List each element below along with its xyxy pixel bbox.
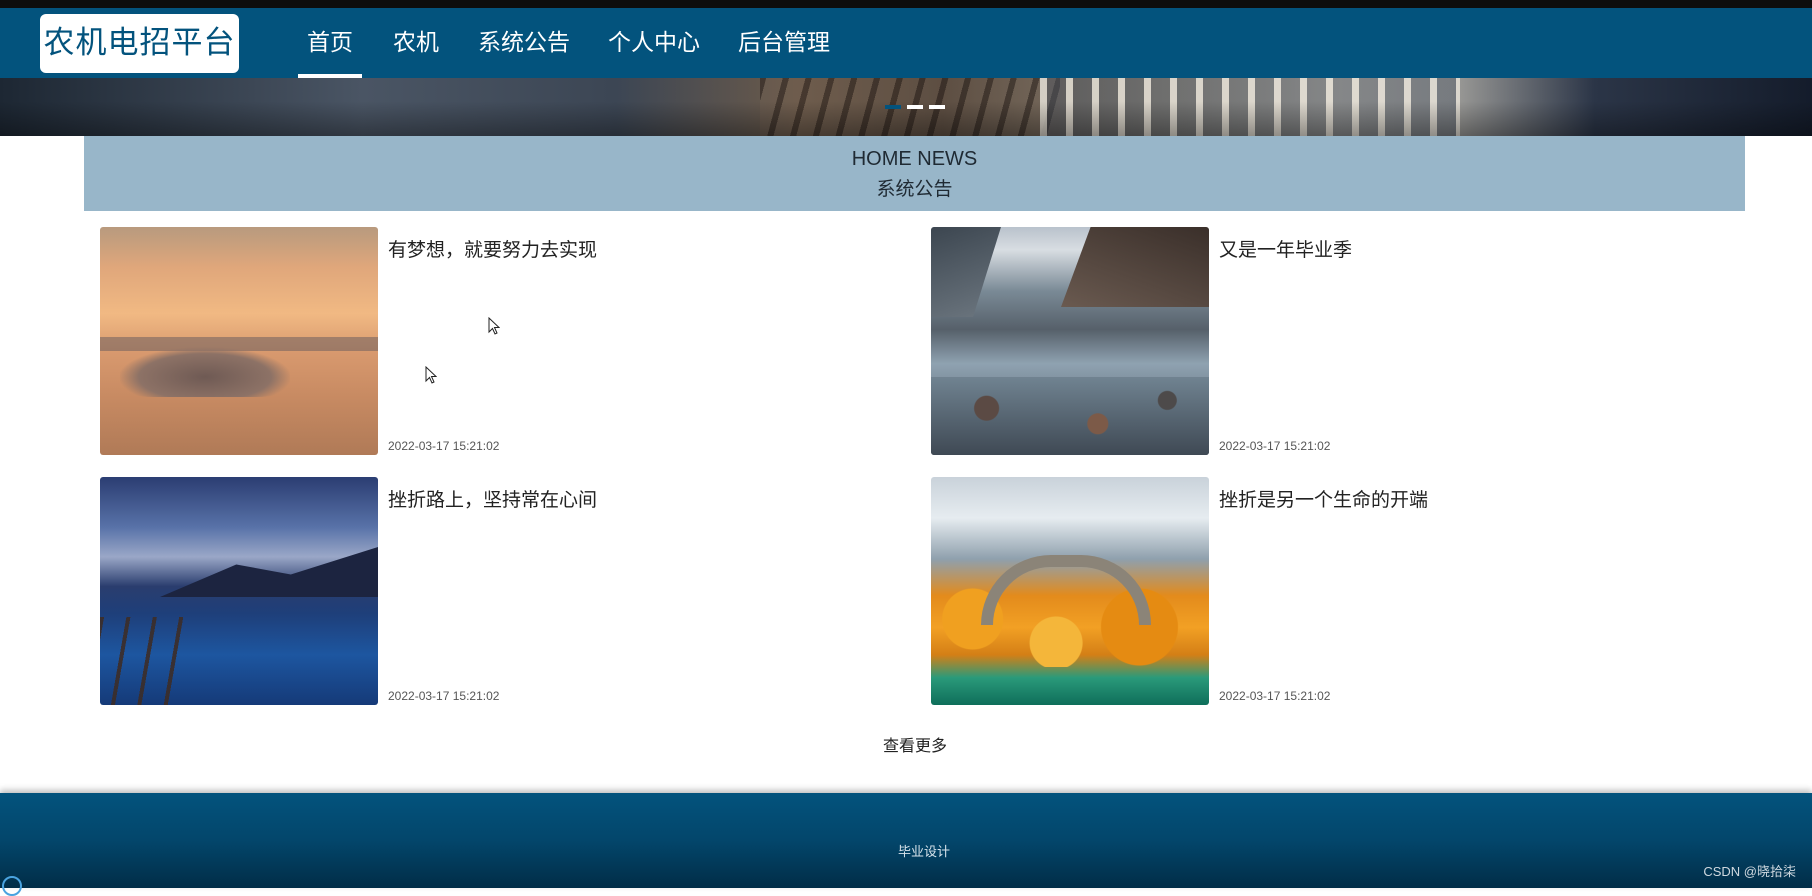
news-title[interactable]: 有梦想，就要努力去实现 bbox=[388, 235, 597, 262]
watermark: CSDN @晓拾柒 bbox=[1703, 864, 1796, 879]
news-thumbnail-sunset[interactable] bbox=[100, 227, 378, 455]
thumb-detail bbox=[931, 227, 1001, 317]
news-date: 2022-03-17 15:21:02 bbox=[1219, 689, 1331, 703]
news-title[interactable]: 挫折是另一个生命的开端 bbox=[1219, 485, 1428, 512]
news-thumbnail-lake[interactable] bbox=[100, 477, 378, 705]
view-more-link[interactable]: 查看更多 bbox=[0, 732, 1812, 756]
news-title[interactable]: 又是一年毕业季 bbox=[1219, 235, 1352, 262]
news-card[interactable]: 挫折是另一个生命的开端 2022-03-17 15:21:02 bbox=[931, 477, 1731, 705]
news-thumbnail-river[interactable] bbox=[931, 227, 1209, 455]
banner-carousel[interactable] bbox=[0, 78, 1812, 136]
top-navbar: 农机电招平台 首页 农机 系统公告 个人中心 后台管理 bbox=[0, 8, 1812, 78]
nav-item-announcements[interactable]: 系统公告 bbox=[474, 8, 574, 78]
nav-item-home[interactable]: 首页 bbox=[298, 8, 362, 78]
thumb-detail bbox=[120, 347, 290, 397]
thumb-detail bbox=[931, 377, 1209, 455]
mouse-cursor-icon bbox=[488, 317, 500, 335]
nav-item-admin[interactable]: 后台管理 bbox=[734, 8, 834, 78]
news-date: 2022-03-17 15:21:02 bbox=[1219, 439, 1331, 453]
section-title-en: HOME NEWS bbox=[851, 148, 978, 170]
page-footer: 毕业设计 CSDN @晓拾柒 bbox=[0, 793, 1812, 896]
news-card[interactable]: 有梦想，就要努力去实现 2022-03-17 15:21:02 bbox=[100, 227, 900, 455]
news-date: 2022-03-17 15:21:02 bbox=[388, 689, 500, 703]
window-top-strip bbox=[0, 0, 1812, 8]
news-card[interactable]: 又是一年毕业季 2022-03-17 15:21:02 bbox=[931, 227, 1731, 455]
banner-shade bbox=[0, 78, 1812, 136]
section-title-cn: 系统公告 bbox=[876, 178, 953, 200]
nav-item-personal-center[interactable]: 个人中心 bbox=[604, 8, 704, 78]
footer-text: 毕业设计 bbox=[897, 845, 950, 860]
loading-ring-icon bbox=[2, 876, 22, 896]
news-date: 2022-03-17 15:21:02 bbox=[388, 439, 500, 453]
news-card[interactable]: 挫折路上，坚持常在心间 2022-03-17 15:21:02 bbox=[100, 477, 900, 705]
news-section-header: HOME NEWS 系统公告 bbox=[84, 136, 1745, 211]
mouse-cursor-icon bbox=[425, 366, 437, 384]
carousel-dot-3[interactable] bbox=[929, 105, 945, 109]
news-thumbnail-bridge[interactable] bbox=[931, 477, 1209, 705]
thumb-detail bbox=[981, 555, 1151, 625]
site-logo[interactable]: 农机电招平台 bbox=[40, 14, 239, 73]
nav-item-machinery[interactable]: 农机 bbox=[386, 8, 446, 78]
news-title[interactable]: 挫折路上，坚持常在心间 bbox=[388, 485, 597, 512]
carousel-dot-2[interactable] bbox=[907, 105, 923, 109]
thumb-detail bbox=[100, 617, 190, 705]
thumb-detail bbox=[1061, 227, 1209, 307]
thumb-detail bbox=[160, 547, 378, 597]
carousel-dot-1[interactable] bbox=[885, 105, 901, 109]
